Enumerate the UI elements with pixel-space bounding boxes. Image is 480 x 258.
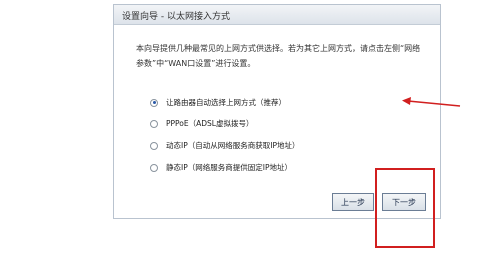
next-step-button[interactable]: 下一步 <box>382 193 426 211</box>
dialog-title: 设置向导 - 以太网接入方式 <box>122 12 230 22</box>
red-arrow-annotation-icon <box>402 97 461 107</box>
wizard-description: 本向导提供几种最常见的上网方式供选择。若为其它上网方式，请点击左侧“网络参数”中… <box>136 44 421 68</box>
option-static-ip-label: 静态IP（网络服务商提供固定IP地址） <box>166 163 292 172</box>
option-static-ip[interactable]: 静态IP（网络服务商提供固定IP地址） <box>150 162 292 173</box>
option-pppoe-label: PPPoE（ADSL虚拟拨号） <box>166 119 254 128</box>
option-dynamic-ip-label: 动态IP（自动从网络服务商获取IP地址） <box>166 141 300 150</box>
option-auto-detect-label: 让路由器自动选择上网方式（推荐） <box>166 98 286 107</box>
radio-auto-detect[interactable] <box>150 98 158 107</box>
wizard-dialog: 设置向导 - 以太网接入方式 本向导提供几种最常见的上网方式供选择。若为其它上网… <box>113 4 461 219</box>
dialog-titlebar: 设置向导 - 以太网接入方式 <box>114 5 440 25</box>
option-dynamic-ip[interactable]: 动态IP（自动从网络服务商获取IP地址） <box>150 140 299 151</box>
radio-static-ip[interactable] <box>150 163 158 172</box>
option-pppoe[interactable]: PPPoE（ADSL虚拟拨号） <box>150 118 253 129</box>
prev-step-button[interactable]: 上一步 <box>332 193 374 211</box>
radio-dynamic-ip[interactable] <box>150 141 158 150</box>
radio-pppoe[interactable] <box>150 119 158 128</box>
option-auto-detect[interactable]: 让路由器自动选择上网方式（推荐） <box>150 97 286 108</box>
